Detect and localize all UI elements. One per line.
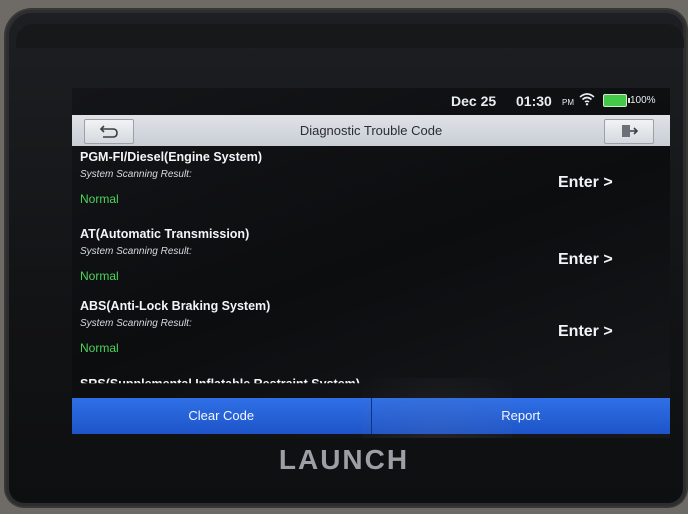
device-screen: Dec 25 01:30 PM 100% Diagnostic Trouble … xyxy=(72,88,670,438)
enter-button-transmission[interactable]: Enter > xyxy=(558,251,613,269)
page-title: Diagnostic Trouble Code xyxy=(299,123,443,138)
wifi-icon xyxy=(579,93,595,106)
scan-result-status: Normal xyxy=(80,341,119,355)
system-name: SRS(Supplemental Inflatable Restraint Sy… xyxy=(80,377,360,391)
system-name: PGM-FI/Diesel(Engine System) xyxy=(80,150,262,164)
scan-result-label: System Scanning Result: xyxy=(80,169,192,180)
status-date: Dec 25 xyxy=(451,93,497,109)
scan-result-status: Normal xyxy=(80,269,119,283)
system-row-engine: PGM-FI/Diesel(Engine System) System Scan… xyxy=(72,146,670,220)
action-bar: Clear Code Report xyxy=(72,398,670,434)
scan-result-label: System Scanning Result: xyxy=(80,318,192,329)
battery-icon xyxy=(603,94,630,107)
report-button[interactable]: Report xyxy=(371,398,670,434)
title-bar: Diagnostic Trouble Code xyxy=(72,115,670,146)
exit-door-icon xyxy=(622,125,639,137)
battery-percent: 100% xyxy=(630,95,656,106)
enter-button-engine[interactable]: Enter > xyxy=(558,174,613,192)
system-list: PGM-FI/Diesel(Engine System) System Scan… xyxy=(72,146,670,392)
system-name: AT(Automatic Transmission) xyxy=(80,227,250,241)
enter-button-abs[interactable]: Enter > xyxy=(558,323,613,341)
scan-result-status: Normal xyxy=(80,192,119,206)
status-bar: Dec 25 01:30 PM 100% xyxy=(72,88,670,114)
system-name: ABS(Anti-Lock Braking System) xyxy=(80,299,271,313)
clear-code-button[interactable]: Clear Code xyxy=(72,398,372,434)
scan-result-label: System Scanning Result: xyxy=(80,246,192,257)
status-time: 01:30 xyxy=(516,93,552,109)
system-row-srs[interactable]: SRS(Supplemental Inflatable Restraint Sy… xyxy=(72,369,670,392)
system-row-abs: ABS(Anti-Lock Braking System) System Sca… xyxy=(72,295,670,369)
device-bezel xyxy=(16,24,684,48)
status-ampm: PM xyxy=(562,98,574,107)
brand-logo: LAUNCH xyxy=(278,444,410,475)
system-row-transmission: AT(Automatic Transmission) System Scanni… xyxy=(72,223,670,297)
exit-button[interactable] xyxy=(604,119,654,144)
